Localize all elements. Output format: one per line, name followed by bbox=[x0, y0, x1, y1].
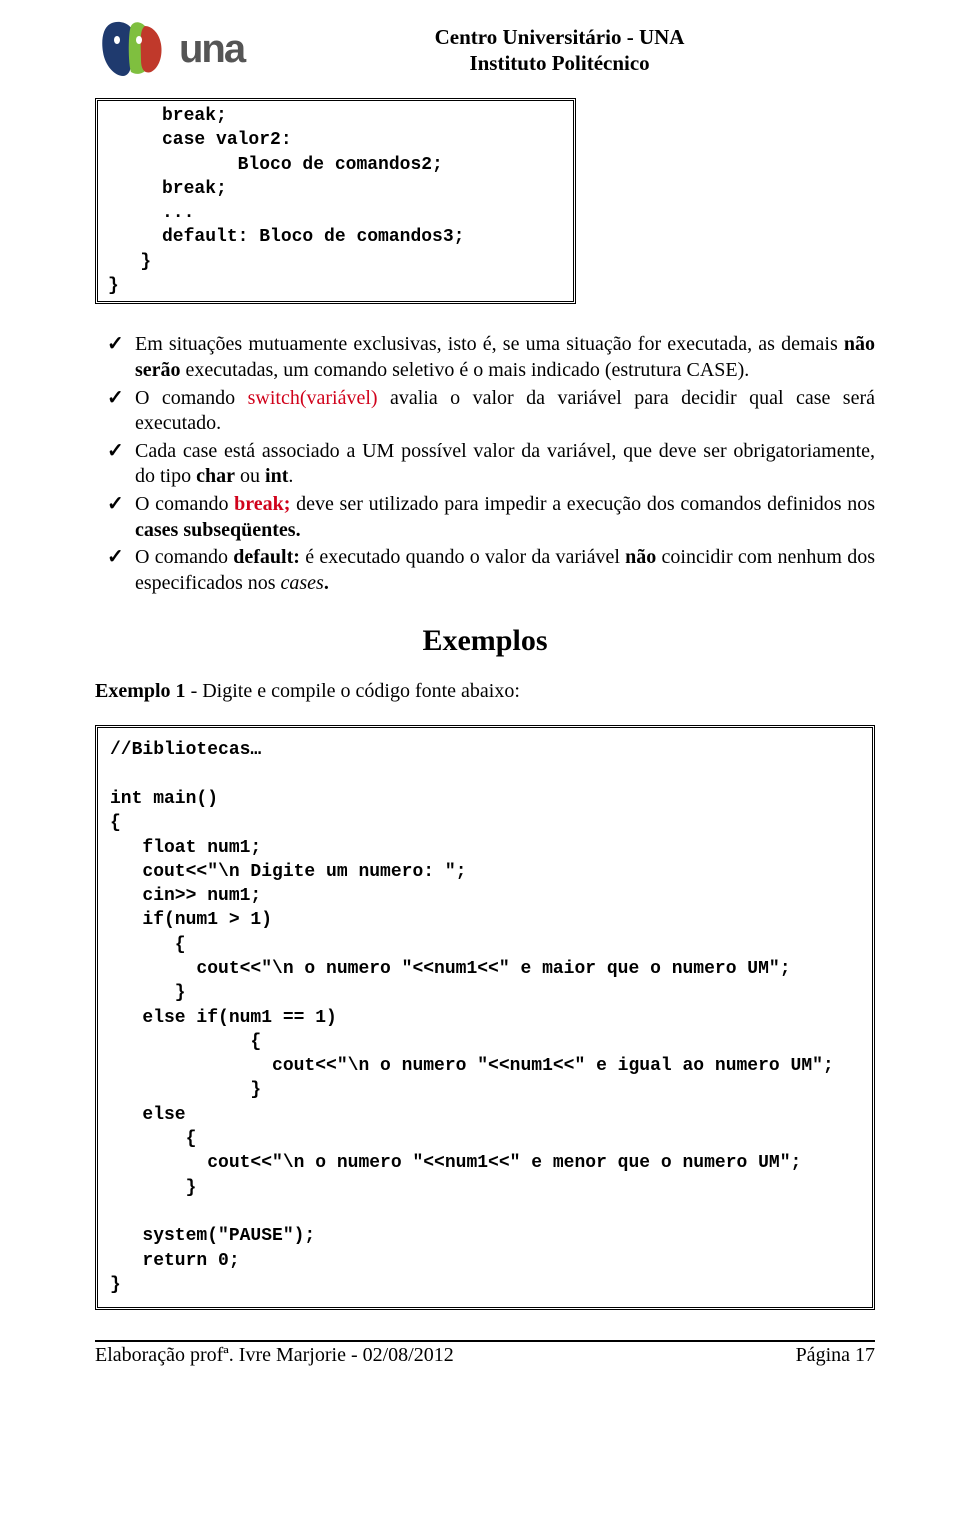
header-line-2: Instituto Politécnico bbox=[244, 50, 875, 76]
page-header: una Centro Universitário - UNA Instituto… bbox=[95, 20, 875, 78]
logo-text: una bbox=[179, 27, 244, 72]
header-line-1: Centro Universitário - UNA bbox=[244, 24, 875, 50]
footer-left: Elaboração profª. Ivre Marjorie - 02/08/… bbox=[95, 1344, 454, 1367]
footer-right: Página 17 bbox=[796, 1344, 875, 1367]
header-titles: Centro Universitário - UNA Instituto Pol… bbox=[244, 20, 875, 77]
bullet-3: Cada case está associado a UM possível v… bbox=[95, 439, 875, 490]
page-footer: Elaboração profª. Ivre Marjorie - 02/08/… bbox=[95, 1340, 875, 1367]
example-1-line: Exemplo 1 - Digite e compile o código fo… bbox=[95, 680, 875, 703]
section-title: Exemplos bbox=[95, 624, 875, 658]
bullet-5: O comando default: é executado quando o … bbox=[95, 545, 875, 596]
logo: una bbox=[95, 20, 244, 78]
code-block-1: break; case valor2: Bloco de comandos2; … bbox=[95, 98, 576, 304]
bullet-2: O comando switch(variável) avalia o valo… bbox=[95, 386, 875, 437]
bullet-4: O comando break; deve ser utilizado para… bbox=[95, 492, 875, 543]
logo-faces-icon bbox=[95, 20, 169, 78]
bullet-1: Em situações mutuamente exclusivas, isto… bbox=[95, 332, 875, 383]
code-block-2: //Bibliotecas… int main() { float num1; … bbox=[95, 725, 875, 1310]
bullet-list: Em situações mutuamente exclusivas, isto… bbox=[95, 332, 875, 596]
